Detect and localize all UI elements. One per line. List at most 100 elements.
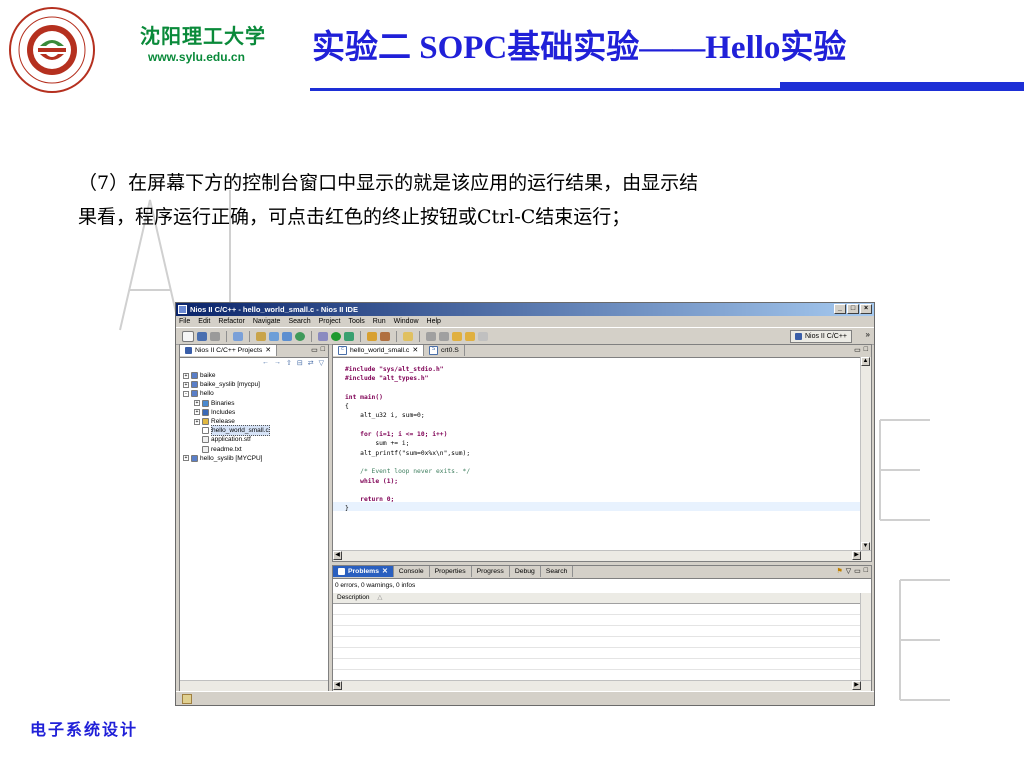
open-type-icon[interactable] <box>256 331 266 341</box>
save-icon[interactable] <box>197 331 207 341</box>
menu-edit[interactable]: Edit <box>198 316 210 327</box>
tree-expander-icon[interactable]: + <box>194 418 200 425</box>
minimize-view-icon[interactable]: ▭ <box>854 346 861 354</box>
next-annotation-icon[interactable] <box>426 331 436 341</box>
tree-expander-icon[interactable]: + <box>194 400 200 407</box>
tab-search[interactable]: Search <box>541 566 574 577</box>
tab-console[interactable]: Console <box>394 566 430 577</box>
tree-item[interactable]: application.stf <box>183 435 270 444</box>
annotation-icon[interactable] <box>403 331 413 341</box>
menu-file[interactable]: File <box>179 316 190 327</box>
new-project-icon[interactable] <box>269 331 279 341</box>
scroll-right-icon[interactable]: ▶ <box>852 551 861 560</box>
tree-expander-icon[interactable]: + <box>183 381 189 388</box>
menu-tools[interactable]: Tools <box>348 316 364 327</box>
tab-progress[interactable]: Progress <box>472 566 510 577</box>
explorer-hscroll[interactable] <box>180 680 328 691</box>
maximize-view-icon[interactable]: □ <box>864 567 868 575</box>
minimize-view-icon[interactable]: ▭ <box>854 567 861 575</box>
up-nav-icon[interactable]: ⇧ <box>286 359 292 367</box>
code-line: alt_printf("sum=0x%x\n",sum); <box>345 449 471 457</box>
tree-expander-icon[interactable]: + <box>183 455 189 462</box>
forward-icon[interactable] <box>478 331 488 341</box>
back-icon[interactable] <box>465 331 475 341</box>
tab-properties[interactable]: Properties <box>430 566 472 577</box>
link-editor-icon[interactable]: ⇄ <box>308 359 314 367</box>
tree-item[interactable]: - hello <box>183 389 270 398</box>
code-line: return 0; <box>345 496 395 504</box>
menu-help[interactable]: Help <box>427 316 441 327</box>
perspective-switcher[interactable]: Nios II C/C++ <box>789 330 852 343</box>
tab-projects[interactable]: Nios II C/C++ Projects ✕ <box>180 345 277 356</box>
tree-item[interactable]: + hello_syslib [MYCPU] <box>183 454 270 463</box>
close-button[interactable]: × <box>860 304 872 314</box>
menu-run[interactable]: Run <box>373 316 386 327</box>
menu-navigate[interactable]: Navigate <box>253 316 281 327</box>
problems-summary: 0 errors, 0 warnings, 0 infos <box>335 582 416 589</box>
project-icon <box>191 454 198 462</box>
problems-hscroll[interactable]: ◀ ▶ <box>333 680 871 691</box>
scroll-right-icon[interactable]: ▶ <box>852 681 861 690</box>
tree-item[interactable]: readme.txt <box>183 445 270 454</box>
minimize-button[interactable]: _ <box>834 304 846 314</box>
tree-item[interactable]: + Includes <box>183 408 270 417</box>
close-tab-icon[interactable]: ✕ <box>382 566 388 577</box>
tab-debug[interactable]: Debug <box>510 566 541 577</box>
scroll-left-icon[interactable]: ◀ <box>333 551 342 560</box>
scroll-left-icon[interactable]: ◀ <box>333 681 342 690</box>
tree-expander-icon[interactable]: + <box>183 372 189 379</box>
tree-item-label: Includes <box>211 408 236 416</box>
problems-list <box>333 604 861 681</box>
tree-item[interactable]: + baike_syslib [mycpu] <box>183 380 270 389</box>
tree-expander-icon[interactable]: - <box>183 390 189 397</box>
view-menu-icon[interactable]: ▽ <box>319 359 324 367</box>
editor-vscroll[interactable]: ▲ ▼ <box>860 357 871 551</box>
description-column-header[interactable]: Description △ <box>333 593 861 604</box>
last-edit-icon[interactable] <box>452 331 462 341</box>
editor-hscroll[interactable]: ◀ ▶ <box>333 550 871 561</box>
tree-expander-icon[interactable]: + <box>194 409 200 416</box>
new-icon[interactable] <box>182 330 194 342</box>
external-tools-icon[interactable] <box>344 331 354 341</box>
search-icon[interactable] <box>295 331 305 341</box>
new-class-icon[interactable] <box>282 331 292 341</box>
back-nav-icon[interactable]: ← <box>262 359 269 367</box>
includes-icon <box>202 408 209 416</box>
print-icon[interactable] <box>210 331 220 341</box>
university-logo <box>9 7 95 93</box>
view-menu-icon[interactable]: ▽ <box>846 567 851 575</box>
prev-annotation-icon[interactable] <box>439 331 449 341</box>
menu-search[interactable]: Search <box>288 316 310 327</box>
maximize-view-icon[interactable]: □ <box>321 346 325 354</box>
tree-item[interactable]: + baike <box>183 371 270 380</box>
university-url[interactable]: www.sylu.edu.cn <box>148 50 245 64</box>
minimize-view-icon[interactable]: ▭ <box>311 346 318 354</box>
problems-vscroll[interactable] <box>860 593 871 681</box>
tab-crt0[interactable]: S crt0.S <box>424 345 465 356</box>
menu-window[interactable]: Window <box>394 316 419 327</box>
scroll-up-icon[interactable]: ▲ <box>861 357 870 366</box>
run-icon[interactable] <box>331 331 341 341</box>
tab-hello-world-small[interactable]: c hello_world_small.c ✕ <box>333 345 425 356</box>
toolbar-overflow-icon[interactable]: » <box>866 330 870 339</box>
pen-icon[interactable] <box>380 331 390 341</box>
open-folder-icon[interactable] <box>367 331 377 341</box>
tab-problems[interactable]: Problems ✕ <box>333 566 394 577</box>
tree-item-label: application.stf <box>211 436 251 444</box>
filter-icon[interactable]: ⚑ <box>836 567 842 575</box>
maximize-view-icon[interactable]: □ <box>864 346 868 354</box>
close-tab-icon[interactable]: ✕ <box>265 345 271 356</box>
maximize-button[interactable]: □ <box>847 304 859 314</box>
debug-icon[interactable] <box>318 331 328 341</box>
tree-item[interactable]: hello_world_small.c <box>183 425 270 437</box>
menu-project[interactable]: Project <box>319 316 341 327</box>
source-code[interactable]: #include "sys/alt_stdio.h" #include "alt_… <box>345 365 470 514</box>
fast-view-icon[interactable] <box>182 694 192 704</box>
collapse-all-icon[interactable]: ⊟ <box>297 359 303 367</box>
close-tab-icon[interactable]: ✕ <box>412 345 418 356</box>
menu-refactor[interactable]: Refactor <box>218 316 244 327</box>
tree-item[interactable]: + Binaries <box>183 399 270 408</box>
build-icon[interactable] <box>233 331 243 341</box>
forward-nav-icon[interactable]: → <box>274 359 281 367</box>
project-explorer: Nios II C/C++ Projects ✕ ▭ □ ← → ⇧ ⊟ ⇄ ▽ … <box>179 344 329 692</box>
